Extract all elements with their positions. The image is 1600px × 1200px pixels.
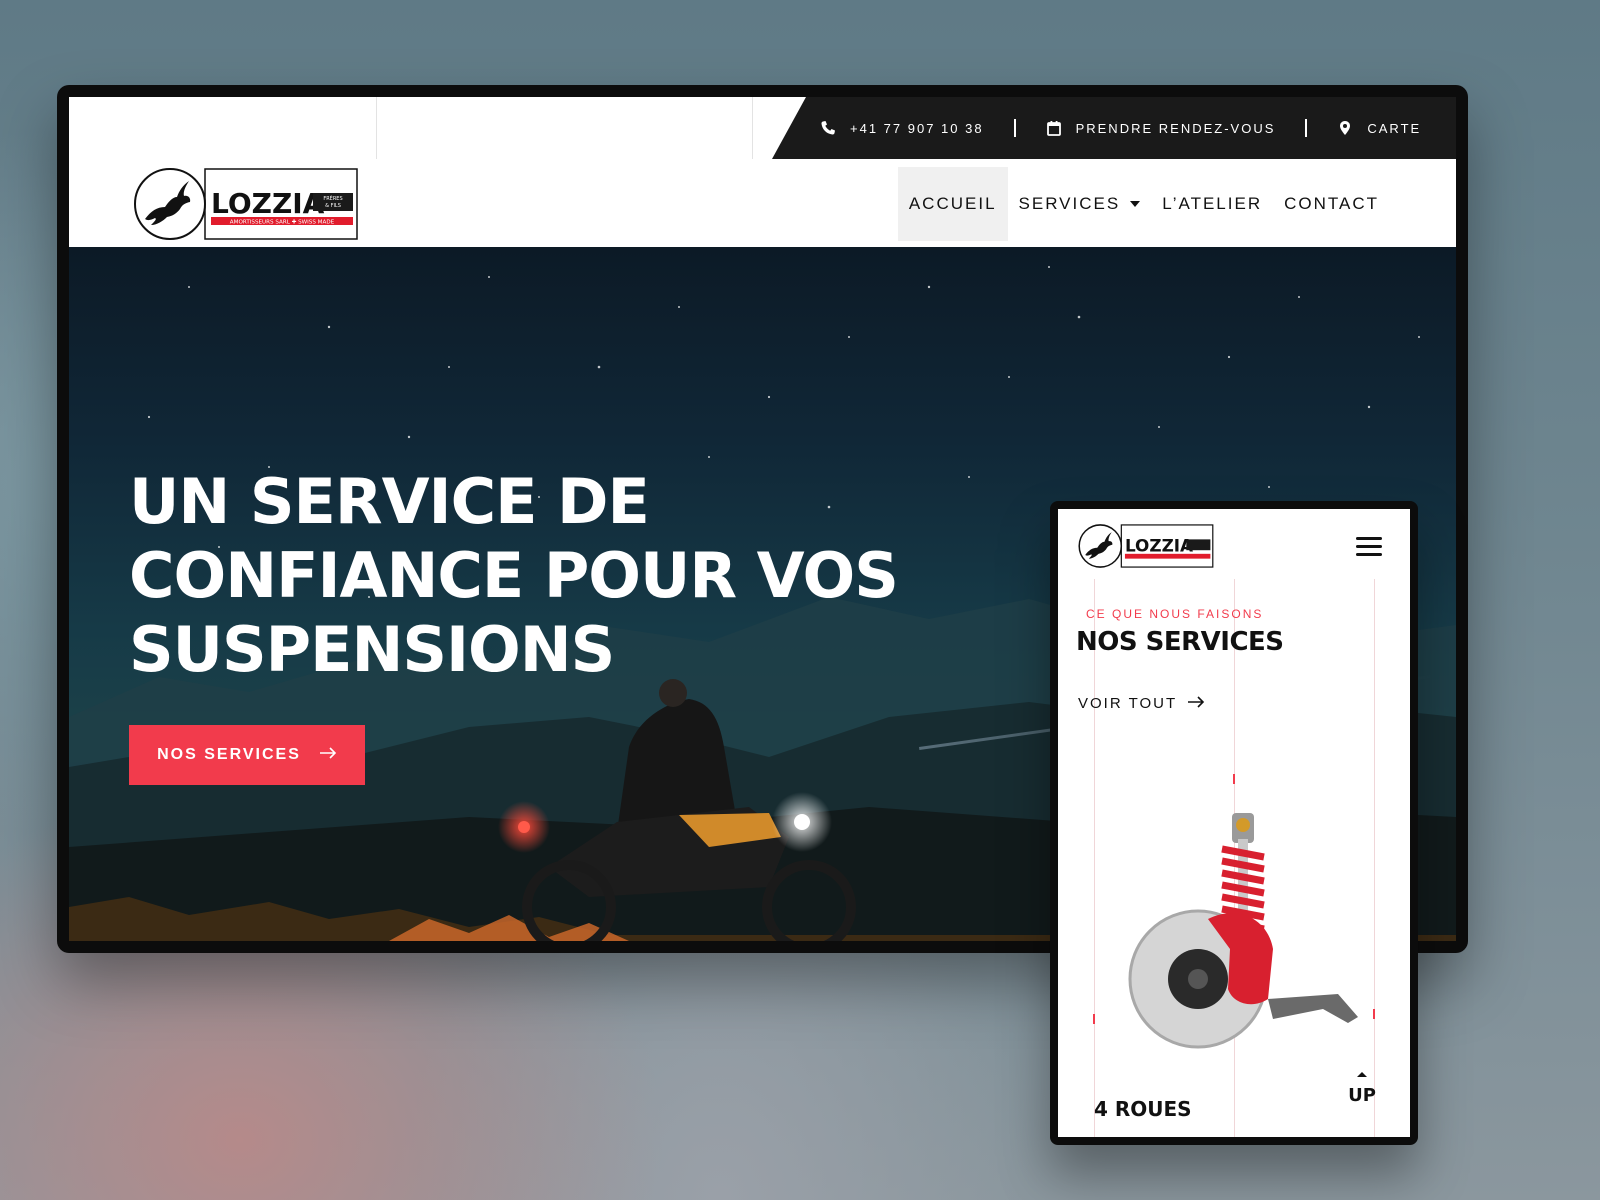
topbar-divider (752, 97, 753, 159)
service-card-title: 4 ROUES (1094, 1097, 1192, 1121)
mobile-mockup: LOZZIA CE QUE NOUS FAISONS NOS SERVICES … (1050, 501, 1418, 1145)
main-nav: ACCUEIL SERVICES L’ATELIER CONTACT (897, 167, 1390, 241)
nav-contact[interactable]: CONTACT (1273, 167, 1390, 241)
scroll-up-label: UP (1348, 1085, 1376, 1106)
hero-services-button[interactable]: NOS SERVICES (129, 725, 365, 785)
site-header: LOZZIA FRÈRES & FILS AMORTISSEURS SARL ✚… (69, 159, 1456, 247)
guide-line (1094, 579, 1095, 1137)
map-pin-icon (1337, 120, 1353, 136)
hero-title-line: CONFIANCE POUR VOS (129, 539, 899, 612)
nav-services[interactable]: SERVICES (1008, 167, 1152, 241)
topbar-phone-label: +41 77 907 10 38 (850, 120, 984, 136)
accent-tick (1233, 774, 1235, 784)
nav-item-label: ACCUEIL (908, 194, 997, 213)
arrow-right-icon (319, 746, 337, 764)
phone-icon (820, 120, 836, 136)
nav-accueil[interactable]: ACCUEIL (897, 167, 1008, 241)
scroll-up-button[interactable]: UP (1344, 1065, 1380, 1106)
calendar-icon (1046, 120, 1062, 136)
hero-button-label: NOS SERVICES (157, 746, 301, 763)
svg-text:LOZZIA: LOZZIA (211, 187, 325, 220)
hero-title: UN SERVICE DE CONFIANCE POUR VOS SUSPENS… (129, 465, 899, 687)
topbar-separator (1013, 119, 1016, 137)
suspension-brake-illustration (1118, 809, 1368, 1069)
guide-line (1374, 579, 1375, 1137)
contact-topbar: +41 77 907 10 38 PRENDRE RENDEZ-VOUS CAR… (772, 97, 1456, 159)
section-eyebrow: CE QUE NOUS FAISONS (1086, 607, 1264, 621)
svg-text:AMORTISSEURS SARL ✚ SWISS MADE: AMORTISSEURS SARL ✚ SWISS MADE (230, 219, 335, 226)
view-all-label: VOIR TOUT (1078, 695, 1178, 712)
topbar-appointment[interactable]: PRENDRE RENDEZ-VOUS (1046, 120, 1276, 136)
caret-down-icon (1130, 201, 1141, 207)
topbar-phone[interactable]: +41 77 907 10 38 (820, 120, 984, 136)
hero-title-line: UN SERVICE DE (129, 465, 650, 538)
nav-item-label: CONTACT (1284, 194, 1379, 213)
topbar-map-label: CARTE (1367, 120, 1422, 136)
topbar-appointment-label: PRENDRE RENDEZ-VOUS (1075, 120, 1276, 136)
view-all-link[interactable]: VOIR TOUT (1078, 695, 1205, 712)
topbar-left-area (69, 97, 769, 159)
section-title: NOS SERVICES (1076, 627, 1284, 657)
svg-text:FRÈRES: FRÈRES (323, 194, 342, 202)
nav-atelier[interactable]: L’ATELIER (1151, 167, 1273, 241)
hamburger-icon[interactable] (1356, 537, 1382, 557)
hero-title-line: SUSPENSIONS (129, 613, 615, 686)
accent-tick (1373, 1009, 1375, 1019)
svg-text:& FILS: & FILS (325, 203, 341, 209)
accent-tick (1093, 1014, 1095, 1024)
mobile-logo[interactable]: LOZZIA (1078, 523, 1214, 569)
nav-item-label: L’ATELIER (1162, 194, 1263, 213)
topbar-divider (376, 97, 377, 159)
svg-text:LOZZIA: LOZZIA (1125, 535, 1193, 555)
topbar-map[interactable]: CARTE (1337, 120, 1421, 136)
nav-item-label: SERVICES (1018, 194, 1121, 213)
mobile-screen: LOZZIA CE QUE NOUS FAISONS NOS SERVICES … (1058, 509, 1410, 1137)
topbar-separator (1305, 119, 1308, 137)
arrow-right-icon (1187, 695, 1205, 712)
caret-up-icon (1356, 1065, 1368, 1082)
site-logo[interactable]: LOZZIA FRÈRES & FILS AMORTISSEURS SARL ✚… (133, 167, 359, 241)
